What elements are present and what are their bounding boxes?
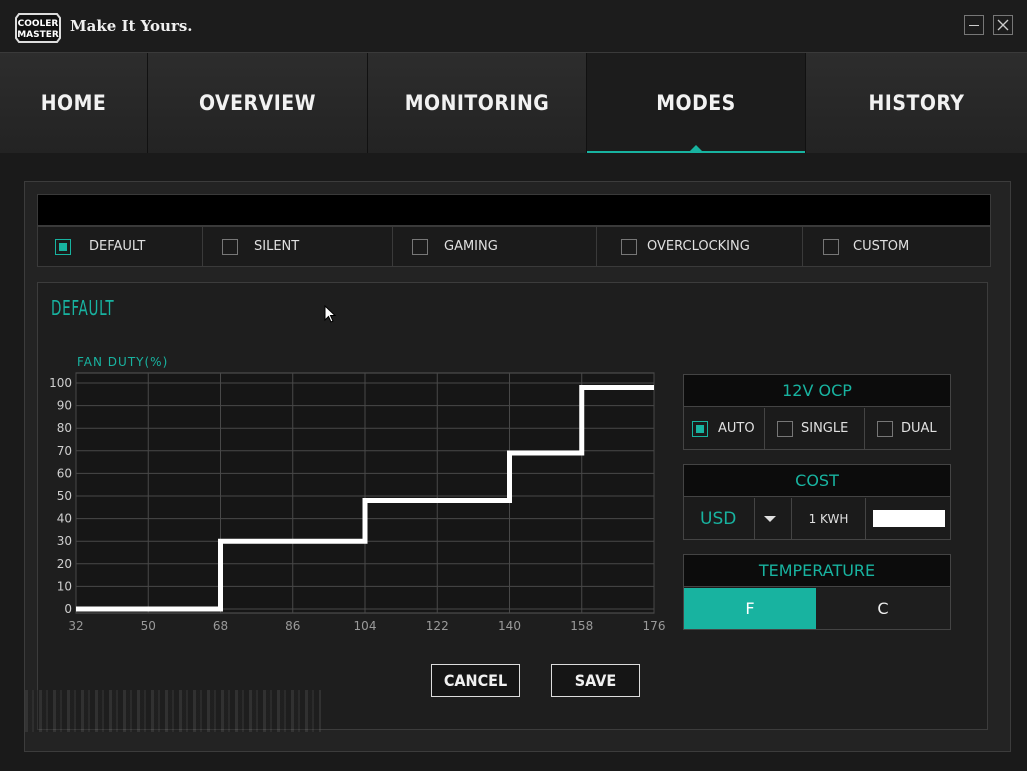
cooler-master-logo: COOLER MASTER [15, 13, 61, 43]
tab-history[interactable]: HISTORY [806, 53, 1027, 153]
title-bar: COOLER MASTER Make It Yours. [0, 0, 1027, 52]
default-checkbox[interactable] [55, 238, 71, 255]
mode-label-default: DEFAULT [89, 239, 146, 254]
cost-panel: COST USD 1 KWH [683, 464, 951, 540]
cost-input[interactable] [873, 510, 945, 527]
main-nav: HOME OVERVIEW MONITORING MODES HISTORY [0, 52, 1027, 153]
currency-select[interactable]: USD [684, 498, 792, 539]
save-button[interactable]: SAVE [551, 664, 640, 697]
mode-option-default[interactable]: DEFAULT [38, 227, 203, 266]
mode-label-gaming: GAMING [444, 239, 498, 254]
close-button[interactable] [993, 15, 1013, 35]
overclocking-checkbox[interactable] [621, 238, 637, 255]
ocp-label-single: SINGLE [801, 421, 849, 436]
fahrenheit-button[interactable]: F [684, 588, 816, 629]
logo-line1: COOLER [18, 19, 59, 29]
ocp-label-auto: AUTO [718, 421, 755, 436]
temperature-panel: TEMPERATURE F C [683, 554, 951, 630]
ocp-option-auto[interactable]: AUTO [684, 408, 765, 449]
single-checkbox[interactable] [777, 420, 793, 437]
app-tagline: Make It Yours. [70, 17, 193, 35]
currency-divider [754, 498, 755, 539]
mouse-cursor-icon [324, 305, 337, 323]
ocp-label-dual: DUAL [901, 421, 937, 436]
ocp-title: 12V OCP [684, 375, 950, 407]
chevron-down-icon[interactable] [763, 514, 777, 524]
auto-checkbox[interactable] [692, 420, 708, 437]
mode-label-overclocking: OVERCLOCKING [647, 239, 750, 254]
mode-selector: DEFAULT SILENT GAMING OVERCLOCKING CUSTO… [37, 226, 991, 267]
fan-duty-label: FAN DUTY(%) [77, 355, 169, 369]
custom-checkbox[interactable] [823, 238, 839, 255]
mode-header-bar [37, 194, 991, 226]
mode-title: DEFAULT [51, 296, 115, 320]
background-texture [25, 690, 321, 732]
minimize-button[interactable] [964, 15, 984, 35]
tab-home[interactable]: HOME [0, 53, 148, 153]
mode-option-silent[interactable]: SILENT [203, 227, 393, 266]
dual-checkbox[interactable] [877, 420, 893, 437]
close-icon [997, 19, 1009, 31]
cost-title: COST [684, 465, 950, 497]
mode-option-custom[interactable]: CUSTOM [803, 227, 990, 266]
cancel-button[interactable]: CANCEL [431, 664, 520, 697]
celsius-button[interactable]: C [816, 588, 950, 629]
tab-modes[interactable]: MODES [587, 53, 806, 153]
gaming-checkbox[interactable] [412, 238, 428, 255]
silent-checkbox[interactable] [222, 238, 238, 255]
mode-option-gaming[interactable]: GAMING [393, 227, 597, 266]
tab-monitoring[interactable]: MONITORING [368, 53, 587, 153]
mode-option-overclocking[interactable]: OVERCLOCKING [597, 227, 803, 266]
ocp-panel: 12V OCP AUTO SINGLE DUAL [683, 374, 951, 450]
temperature-title: TEMPERATURE [684, 555, 950, 587]
cost-unit: 1 KWH [792, 498, 866, 539]
logo-line2: MASTER [17, 30, 59, 40]
currency-value: USD [700, 508, 737, 529]
mode-label-silent: SILENT [254, 239, 300, 254]
mode-label-custom: CUSTOM [853, 239, 910, 254]
tab-overview[interactable]: OVERVIEW [148, 53, 368, 153]
ocp-option-dual[interactable]: DUAL [865, 408, 950, 449]
ocp-option-single[interactable]: SINGLE [765, 408, 865, 449]
